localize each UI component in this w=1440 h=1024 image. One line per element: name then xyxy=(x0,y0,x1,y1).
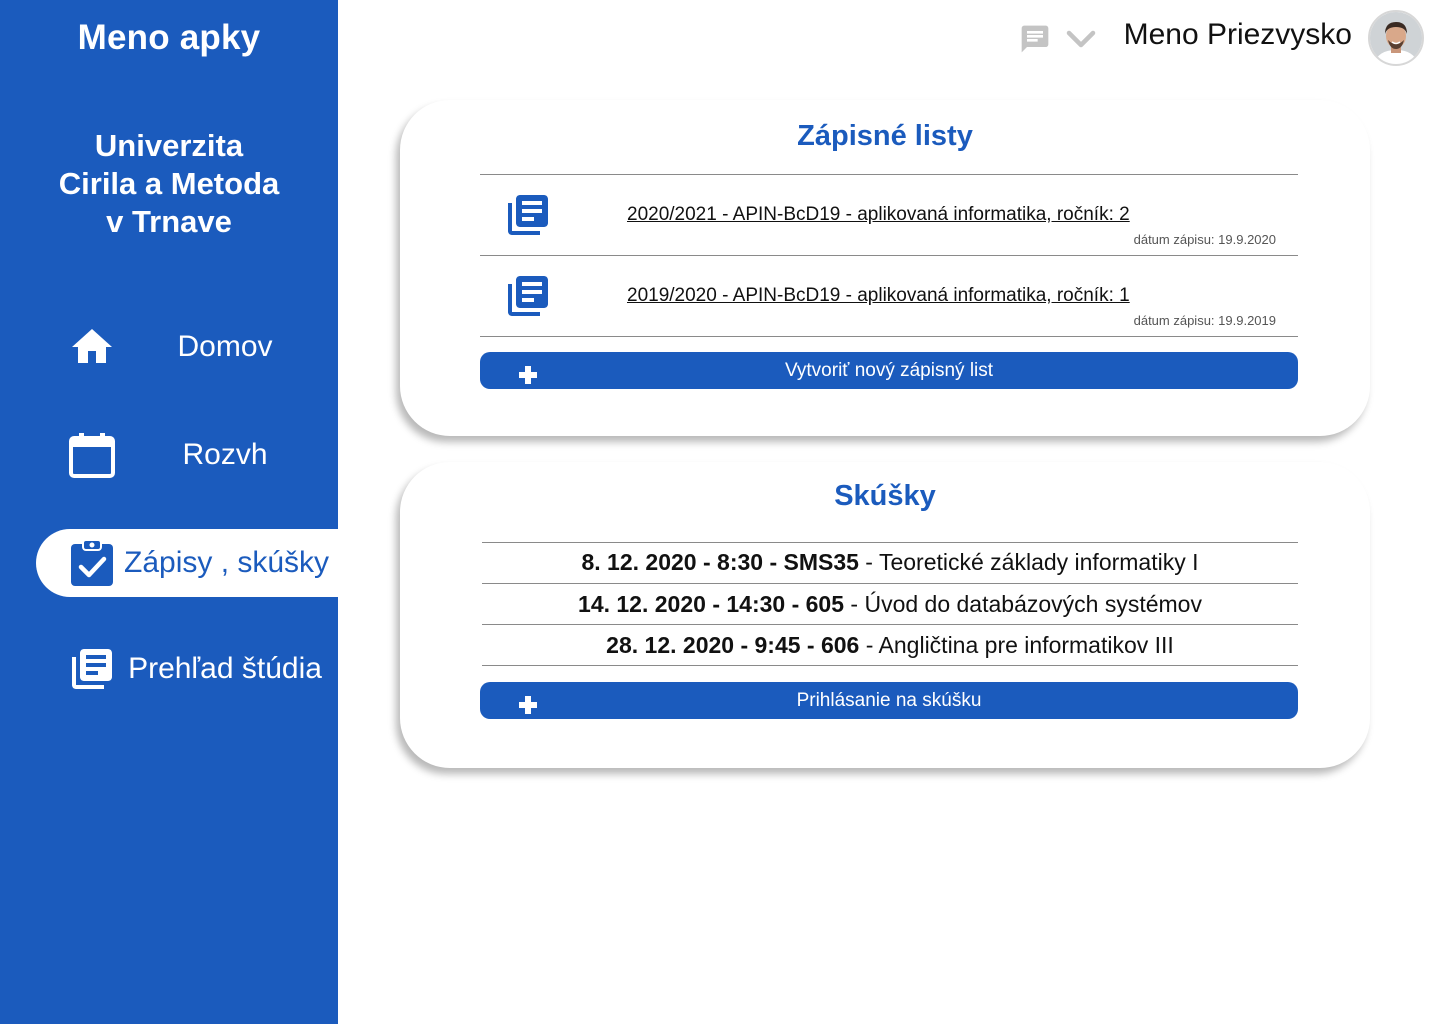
library-books-icon xyxy=(66,643,118,695)
enrollment-sheet-link[interactable]: 2020/2021 - APIN-BcD19 - aplikovaná info… xyxy=(627,204,1130,226)
nav-item-label: Domov xyxy=(177,330,273,363)
exam-row[interactable]: 14. 12. 2020 - 14:30 - 605 - Úvod do dat… xyxy=(482,584,1298,625)
chat-icon[interactable] xyxy=(1019,23,1051,55)
exam-course: - Teoretické základy informatiky I xyxy=(858,549,1199,575)
calendar-icon xyxy=(66,429,118,481)
exam-course: - Angličtina pre informatikov III xyxy=(859,632,1174,658)
enrollment-date: dátum zápisu: 19.9.2020 xyxy=(1133,232,1276,247)
user-name[interactable]: Meno Priezvysko xyxy=(1112,18,1352,52)
sidebar: Meno apky Univerzita Cirila a Metoda v T… xyxy=(0,0,338,1024)
create-enrollment-sheet-button[interactable]: Vytvoriť nový zápisný list xyxy=(480,352,1298,389)
clipboard-check-icon xyxy=(66,537,118,589)
university-name: Univerzita Cirila a Metoda v Trnave xyxy=(0,127,338,241)
exam-course: - Úvod do databázových systémov xyxy=(844,591,1202,617)
app-name: Meno apky xyxy=(77,18,261,57)
divider xyxy=(480,336,1298,337)
enrollment-sheet-row: 2019/2020 - APIN-BcD19 - aplikovaná info… xyxy=(480,256,1298,336)
exam-datetime-room: 14. 12. 2020 - 14:30 - 605 xyxy=(578,591,845,617)
exam-row[interactable]: 28. 12. 2020 - 9:45 - 606 - Angličtina p… xyxy=(482,625,1298,666)
library-books-icon xyxy=(504,272,552,320)
nav-item-rozvh[interactable]: Rozvh xyxy=(36,421,338,489)
university-name-line-2: Cirila a Metoda xyxy=(58,166,280,201)
exam-datetime-room: 28. 12. 2020 - 9:45 - 606 xyxy=(606,632,860,658)
exams-card: Skúšky 8. 12. 2020 - 8:30 - SMS35 - Teor… xyxy=(400,462,1370,768)
library-books-icon xyxy=(504,191,552,239)
enrollment-sheet-row: 2020/2021 - APIN-BcD19 - aplikovaná info… xyxy=(480,175,1298,255)
home-icon xyxy=(66,321,118,373)
exam-datetime-room: 8. 12. 2020 - 8:30 - SMS35 xyxy=(581,549,859,575)
nav-item-label: Rozvh xyxy=(182,438,268,471)
nav-item-prehlad-studia[interactable]: Prehľad štúdia xyxy=(36,635,338,703)
enrollment-sheets-card: Zápisné listy 2020/2021 - APIN-BcD19 - a… xyxy=(400,100,1370,436)
enrollment-sheet-link[interactable]: 2019/2020 - APIN-BcD19 - aplikovaná info… xyxy=(627,285,1130,307)
university-name-line-3: v Trnave xyxy=(106,204,232,239)
enrollment-date: dátum zápisu: 19.9.2019 xyxy=(1133,313,1276,328)
nav-item-label: Prehľad štúdia xyxy=(128,652,322,685)
nav-item-domov[interactable]: Domov xyxy=(36,313,338,381)
plus-icon xyxy=(518,691,538,714)
exam-registration-button[interactable]: Prihlásanie na skúšku xyxy=(480,682,1298,719)
plus-icon xyxy=(518,361,538,384)
create-enrollment-sheet-label: Vytvoriť nový zápisný list xyxy=(784,360,994,381)
divider xyxy=(482,665,1298,666)
exam-registration-label: Prihlásanie na skúšku xyxy=(796,690,982,711)
avatar[interactable] xyxy=(1368,10,1424,66)
exam-row[interactable]: 8. 12. 2020 - 8:30 - SMS35 - Teoretické … xyxy=(482,542,1298,583)
nav-item-zapisy-skusky[interactable]: Zápisy , skúšky xyxy=(36,529,338,597)
university-name-line-1: Univerzita xyxy=(94,128,244,163)
exams-title: Skúšky xyxy=(834,480,936,512)
nav-item-label: Zápisy , skúšky xyxy=(124,546,330,579)
chevron-down-icon[interactable] xyxy=(1064,25,1098,53)
enrollment-sheets-title: Zápisné listy xyxy=(797,120,973,152)
